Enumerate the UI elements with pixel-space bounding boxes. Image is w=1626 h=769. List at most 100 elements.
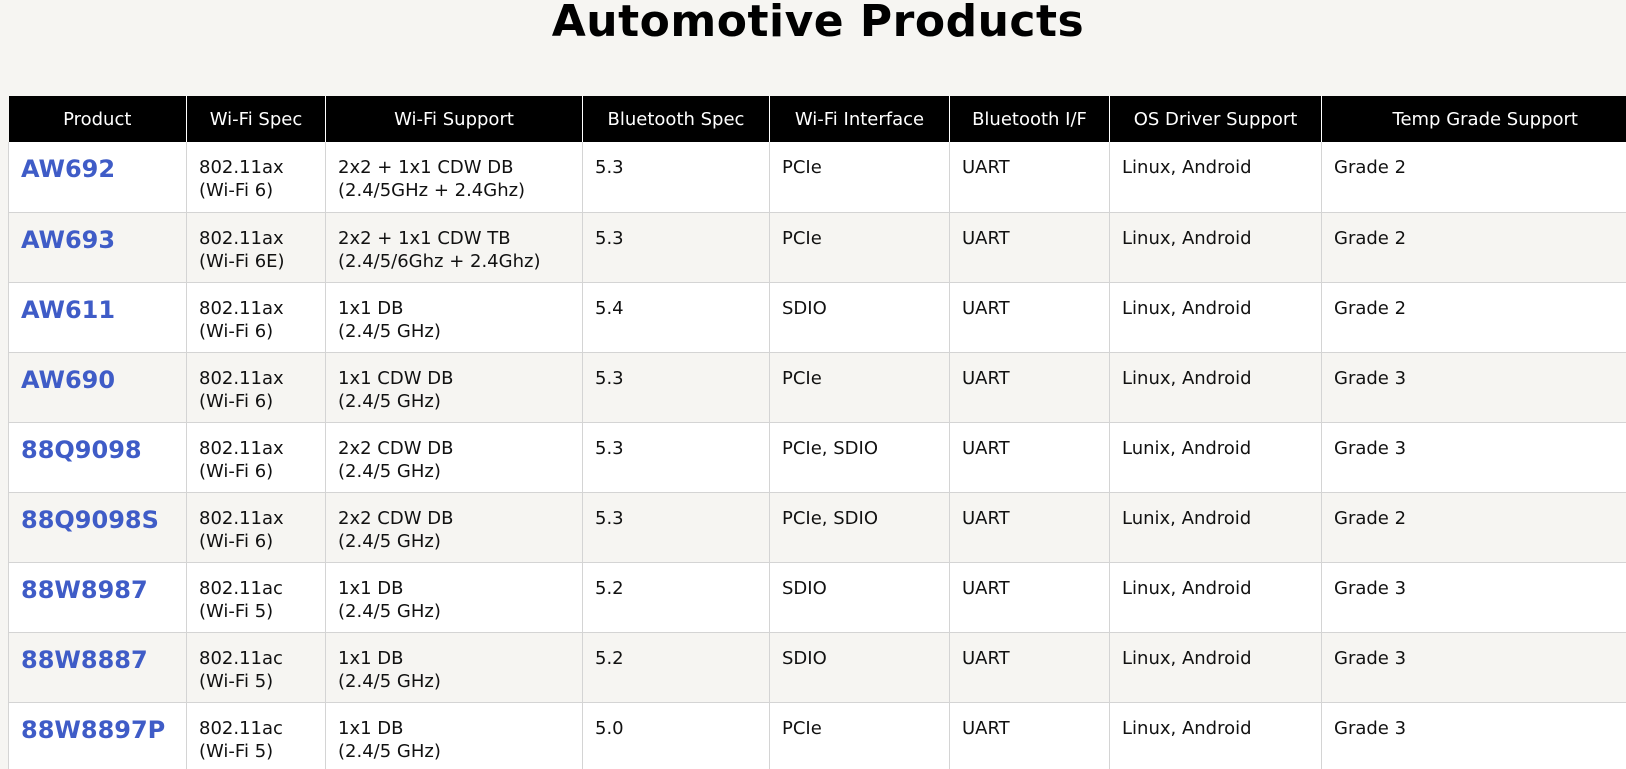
wifi-support-bands: (2.4/5 GHz) — [338, 740, 441, 762]
cell-wifi-spec: 802.11ac (Wi-Fi 5) — [186, 632, 326, 703]
wifi-support-config: 2x2 + 1x1 CDW TB — [338, 227, 511, 249]
wifi-support-bands: (2.4/5 GHz) — [338, 600, 441, 622]
cell-product: AW693 — [8, 212, 187, 283]
wifi-support-bands: (2.4/5 GHz) — [338, 530, 441, 552]
cell-wifi-support: 2x2 CDW DB (2.4/5 GHz) — [325, 422, 583, 493]
cell-os-driver-support: Linux, Android — [1109, 212, 1322, 283]
cell-bluetooth-if: UART — [949, 632, 1110, 703]
wifi-support-config: 2x2 + 1x1 CDW DB — [338, 157, 514, 178]
wifi-support-config: 2x2 CDW DB — [338, 437, 454, 459]
table-row: 88Q9098S 802.11ax (Wi-Fi 6) 2x2 CDW DB (2.4/… — [8, 492, 1626, 563]
cell-wifi-support: 1x1 DB (2.4/5 GHz) — [325, 702, 583, 769]
cell-wifi-spec: 802.11ax (Wi-Fi 6) — [186, 352, 326, 423]
cell-os-driver-support: Lunix, Android — [1109, 422, 1322, 493]
cell-os-driver-support: Linux, Android — [1109, 282, 1322, 353]
cell-bluetooth-spec: 5.0 — [582, 702, 770, 769]
cell-os-driver-support: Linux, Android — [1109, 702, 1322, 769]
cell-wifi-spec: 802.11ax (Wi-Fi 6) — [186, 282, 326, 353]
cell-wifi-spec: 802.11ax (Wi-Fi 6E) — [186, 212, 326, 283]
page: Automotive Products Product Wi-Fi Spec W… — [0, 0, 1626, 769]
cell-wifi-support: 2x2 CDW DB (2.4/5 GHz) — [325, 492, 583, 563]
cell-product: 88W8897P — [8, 702, 187, 769]
cell-bluetooth-if: UART — [949, 352, 1110, 423]
column-header-wifi-support: Wi-Fi Support — [325, 96, 583, 142]
cell-product: AW692 — [8, 142, 187, 213]
cell-os-driver-support: Linux, Android — [1109, 562, 1322, 633]
cell-bluetooth-spec: 5.3 — [582, 352, 770, 423]
cell-bluetooth-spec: 5.3 — [582, 492, 770, 563]
column-header-temp-grade-support: Temp Grade Support — [1321, 96, 1626, 142]
cell-bluetooth-if: UART — [949, 282, 1110, 353]
table-row: 88W8887 802.11ac (Wi-Fi 5) 1x1 DB (2.4/5 GHz… — [8, 632, 1626, 703]
wifi-spec-standard: 802.11ax — [199, 437, 284, 459]
cell-bluetooth-if: UART — [949, 562, 1110, 633]
wifi-spec-generation: (Wi-Fi 6E) — [199, 250, 285, 272]
product-link[interactable]: AW693 — [21, 226, 115, 254]
table-row: AW693 802.11ax (Wi-Fi 6E) 2x2 + 1x1 CDW TB(… — [8, 212, 1626, 283]
cell-bluetooth-spec: 5.4 — [582, 282, 770, 353]
cell-wifi-interface: SDIO — [769, 282, 950, 353]
cell-os-driver-support: Linux, Android — [1109, 632, 1322, 703]
product-table-container: Product Wi-Fi Spec Wi-Fi Support Bluetoo… — [8, 96, 1626, 769]
wifi-support-bands: (2.4/5 GHz) — [338, 390, 441, 412]
wifi-spec-standard: 802.11ac — [199, 647, 283, 669]
wifi-support-config: 1x1 CDW DB — [338, 367, 454, 389]
product-link[interactable]: 88W8887 — [21, 646, 148, 674]
table-row: AW611 802.11ax (Wi-Fi 6) 1x1 DB (2.4/5 GHz) 5… — [8, 282, 1626, 353]
wifi-spec-generation: (Wi-Fi 6) — [199, 530, 274, 552]
table-row: AW692 802.11ax (Wi-Fi 6) 2x2 + 1x1 CDW DB (2… — [8, 142, 1626, 213]
wifi-spec-standard: 802.11ac — [199, 577, 283, 599]
table-body: AW692 802.11ax (Wi-Fi 6) 2x2 + 1x1 CDW DB (2… — [8, 142, 1626, 769]
table-header-row: Product Wi-Fi Spec Wi-Fi Support Bluetoo… — [8, 96, 1626, 142]
cell-wifi-interface: SDIO — [769, 562, 950, 633]
cell-wifi-spec: 802.11ax (Wi-Fi 6) — [186, 142, 326, 213]
cell-bluetooth-spec: 5.3 — [582, 212, 770, 283]
wifi-spec-generation: (Wi-Fi 5) — [199, 600, 274, 622]
cell-product: AW690 — [8, 352, 187, 423]
cell-wifi-support: 1x1 DB (2.4/5 GHz) — [325, 282, 583, 353]
cell-bluetooth-if: UART — [949, 422, 1110, 493]
column-header-wifi-spec: Wi-Fi Spec — [186, 96, 326, 142]
cell-wifi-interface: PCIe — [769, 702, 950, 769]
cell-os-driver-support: Lunix, Android — [1109, 492, 1322, 563]
cell-wifi-support: 2x2 + 1x1 CDW TB (2.4/5/6Ghz + 2.4Ghz) — [325, 212, 583, 283]
cell-wifi-interface: SDIO — [769, 632, 950, 703]
cell-product: 88Q9098 — [8, 422, 187, 493]
product-link[interactable]: 88W8897P — [21, 716, 165, 744]
wifi-spec-generation: (Wi-Fi 6) — [199, 180, 274, 201]
cell-temp-grade-support: Grade 3 — [1321, 632, 1626, 703]
column-header-os-driver-support: OS Driver Support — [1109, 96, 1322, 142]
table-row: AW690 802.11ax (Wi-Fi 6) 1x1 CDW DB (2.4/5 G… — [8, 352, 1626, 423]
column-header-wifi-interface: Wi-Fi Interface — [769, 96, 950, 142]
product-link[interactable]: 88W8987 — [21, 576, 148, 604]
product-link[interactable]: 88Q9098 — [21, 436, 142, 464]
cell-wifi-interface: PCIe, SDIO — [769, 492, 950, 563]
wifi-spec-standard: 802.11ax — [199, 507, 284, 529]
product-link[interactable]: AW690 — [21, 366, 115, 394]
cell-temp-grade-support: Grade 3 — [1321, 702, 1626, 769]
column-header-product: Product — [8, 96, 187, 142]
cell-product: 88W8887 — [8, 632, 187, 703]
cell-bluetooth-if: UART — [949, 702, 1110, 769]
cell-wifi-support: 1x1 CDW DB (2.4/5 GHz) — [325, 352, 583, 423]
cell-product: 88W8987 — [8, 562, 187, 633]
page-title: Automotive Products — [551, 0, 1085, 47]
product-link[interactable]: 88Q9098S — [21, 506, 159, 534]
column-header-bluetooth-spec: Bluetooth Spec — [582, 96, 770, 142]
table-row: 88W8897P 802.11ac (Wi-Fi 5) 1x1 DB (2.4/5 GH… — [8, 702, 1626, 769]
wifi-spec-generation: (Wi-Fi 6) — [199, 320, 274, 342]
cell-wifi-spec: 802.11ac (Wi-Fi 5) — [186, 702, 326, 769]
product-link[interactable]: AW692 — [21, 155, 115, 183]
wifi-support-bands: (2.4/5 GHz) — [338, 670, 441, 692]
wifi-support-bands: (2.4/5 GHz) — [338, 320, 441, 342]
product-link[interactable]: AW611 — [21, 296, 115, 324]
column-header-bluetooth-if: Bluetooth I/F — [949, 96, 1110, 142]
table-row: 88W8987 802.11ac (Wi-Fi 5) 1x1 DB (2.4/5 GHz… — [8, 562, 1626, 633]
cell-bluetooth-if: UART — [949, 212, 1110, 283]
cell-wifi-interface: PCIe, SDIO — [769, 422, 950, 493]
cell-bluetooth-spec: 5.3 — [582, 142, 770, 213]
cell-wifi-support: 1x1 DB (2.4/5 GHz) — [325, 562, 583, 633]
cell-product: AW611 — [8, 282, 187, 353]
cell-temp-grade-support: Grade 3 — [1321, 422, 1626, 493]
wifi-support-config: 1x1 DB — [338, 717, 404, 739]
